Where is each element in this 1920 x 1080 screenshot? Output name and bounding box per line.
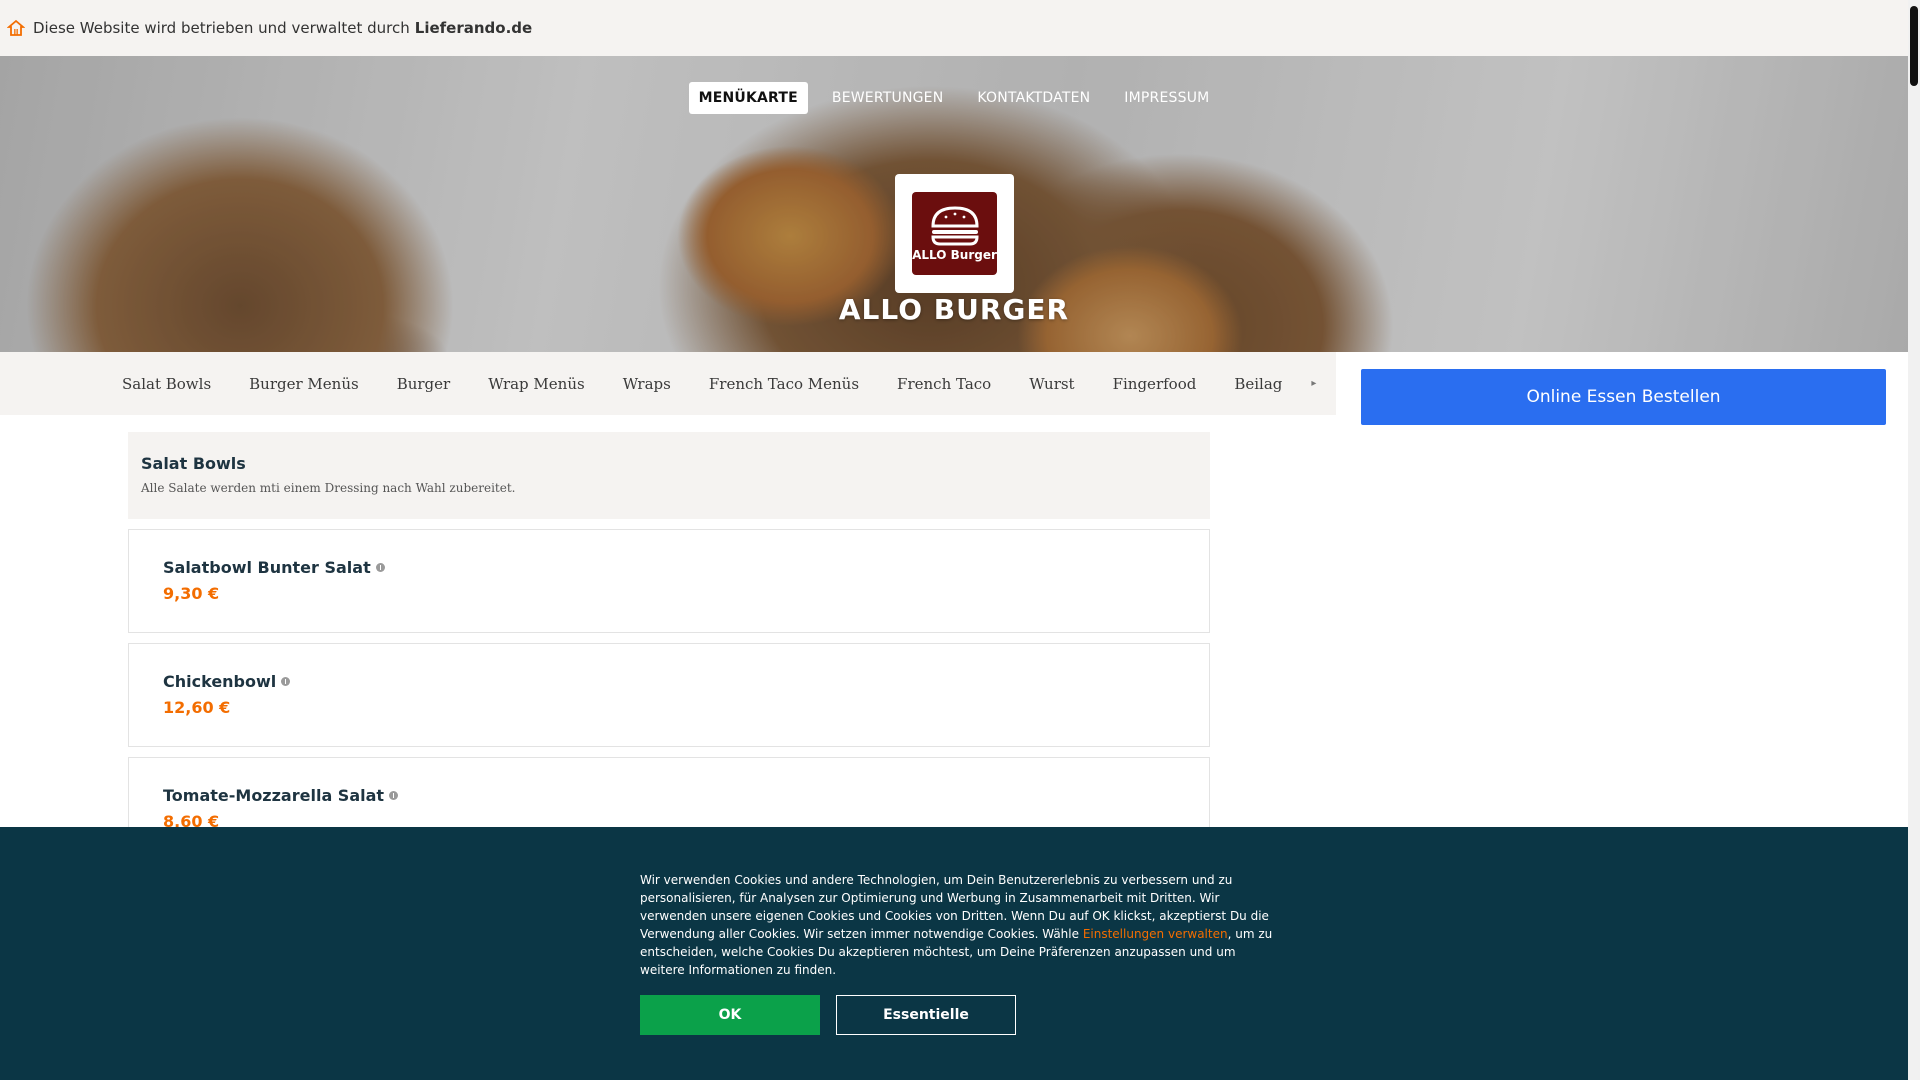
order-online-button[interactable]: Online Essen Bestellen bbox=[1361, 369, 1886, 425]
item-name: Salatbowl Bunter Salat bbox=[163, 558, 371, 577]
logo-badge: ALLO Burger bbox=[912, 192, 997, 275]
category-wrap-menus[interactable]: Wrap Menüs bbox=[469, 375, 603, 393]
item-price: 9,30 € bbox=[163, 584, 220, 603]
menu-item[interactable]: Chickenbowl 12,60 € bbox=[128, 643, 1210, 747]
top-nav-kontaktdaten[interactable]: KONTAKTDATEN bbox=[967, 82, 1100, 114]
category-wraps[interactable]: Wraps bbox=[604, 375, 690, 393]
section-header: Salat Bowls Alle Salate werden mti einem… bbox=[128, 432, 1210, 519]
info-icon[interactable] bbox=[389, 791, 399, 800]
category-burger-menus[interactable]: Burger Menüs bbox=[230, 375, 378, 393]
menu-item[interactable]: Salatbowl Bunter Salat 9,30 € bbox=[128, 529, 1210, 633]
item-price: 12,60 € bbox=[163, 698, 231, 717]
menu-section: Salat Bowls Alle Salate werden mti einem… bbox=[128, 432, 1210, 861]
cookie-banner: Wir verwenden Cookies und andere Technol… bbox=[0, 827, 1908, 1080]
hero-banner: MENÜKARTE BEWERTUNGEN KONTAKTDATEN IMPRE… bbox=[0, 56, 1908, 352]
top-nav-menukarte[interactable]: MENÜKARTE bbox=[688, 82, 808, 114]
restaurant-name: ALLO BURGER bbox=[838, 293, 1070, 326]
item-name-row: Chickenbowl bbox=[163, 672, 1175, 691]
cookie-ok-button[interactable]: OK bbox=[640, 995, 820, 1035]
category-wurst[interactable]: Wurst bbox=[1010, 375, 1093, 393]
category-salat-bowls[interactable]: Salat Bowls bbox=[0, 375, 230, 393]
category-french-taco-menus[interactable]: French Taco Menüs bbox=[690, 375, 878, 393]
category-beilag[interactable]: Beilag bbox=[1215, 375, 1301, 393]
section-description: Alle Salate werden mti einem Dressing na… bbox=[141, 481, 516, 495]
notice-bar: Diese Website wird betrieben und verwalt… bbox=[0, 0, 1908, 57]
page-scrollbar[interactable] bbox=[1908, 0, 1920, 1080]
notice-text: Diese Website wird betrieben und verwalt… bbox=[33, 19, 410, 37]
category-fingerfood[interactable]: Fingerfood bbox=[1094, 375, 1216, 393]
cookie-settings-link[interactable]: Einstellungen verwalten bbox=[1083, 927, 1228, 941]
category-nav: Salat Bowls Burger Menüs Burger Wrap Men… bbox=[0, 352, 1336, 415]
info-icon[interactable] bbox=[281, 677, 291, 686]
chevron-right-icon[interactable]: ▸ bbox=[1311, 378, 1316, 389]
item-name: Chickenbowl bbox=[163, 672, 277, 691]
item-name-row: Tomate-Mozzarella Salat bbox=[163, 786, 1175, 805]
cookie-text: Wir verwenden Cookies und andere Technol… bbox=[640, 871, 1275, 979]
restaurant-logo: ALLO Burger bbox=[895, 174, 1014, 293]
category-burger[interactable]: Burger bbox=[378, 375, 470, 393]
house-icon bbox=[7, 19, 25, 36]
info-icon[interactable] bbox=[375, 563, 385, 572]
burger-icon bbox=[930, 205, 979, 245]
item-name-row: Salatbowl Bunter Salat bbox=[163, 558, 1175, 577]
cookie-essential-button[interactable]: Essentielle bbox=[836, 995, 1016, 1035]
notice-brand: Lieferando.de bbox=[414, 19, 533, 37]
top-nav-impressum[interactable]: IMPRESSUM bbox=[1114, 82, 1219, 114]
section-title: Salat Bowls bbox=[141, 454, 246, 473]
top-nav: MENÜKARTE BEWERTUNGEN KONTAKTDATEN IMPRE… bbox=[0, 82, 1908, 114]
category-french-taco[interactable]: French Taco bbox=[878, 375, 1010, 393]
scrollbar-thumb[interactable] bbox=[1910, 6, 1918, 86]
logo-text: ALLO Burger bbox=[912, 247, 997, 262]
top-nav-bewertungen[interactable]: BEWERTUNGEN bbox=[822, 82, 954, 114]
item-name: Tomate-Mozzarella Salat bbox=[163, 786, 385, 805]
